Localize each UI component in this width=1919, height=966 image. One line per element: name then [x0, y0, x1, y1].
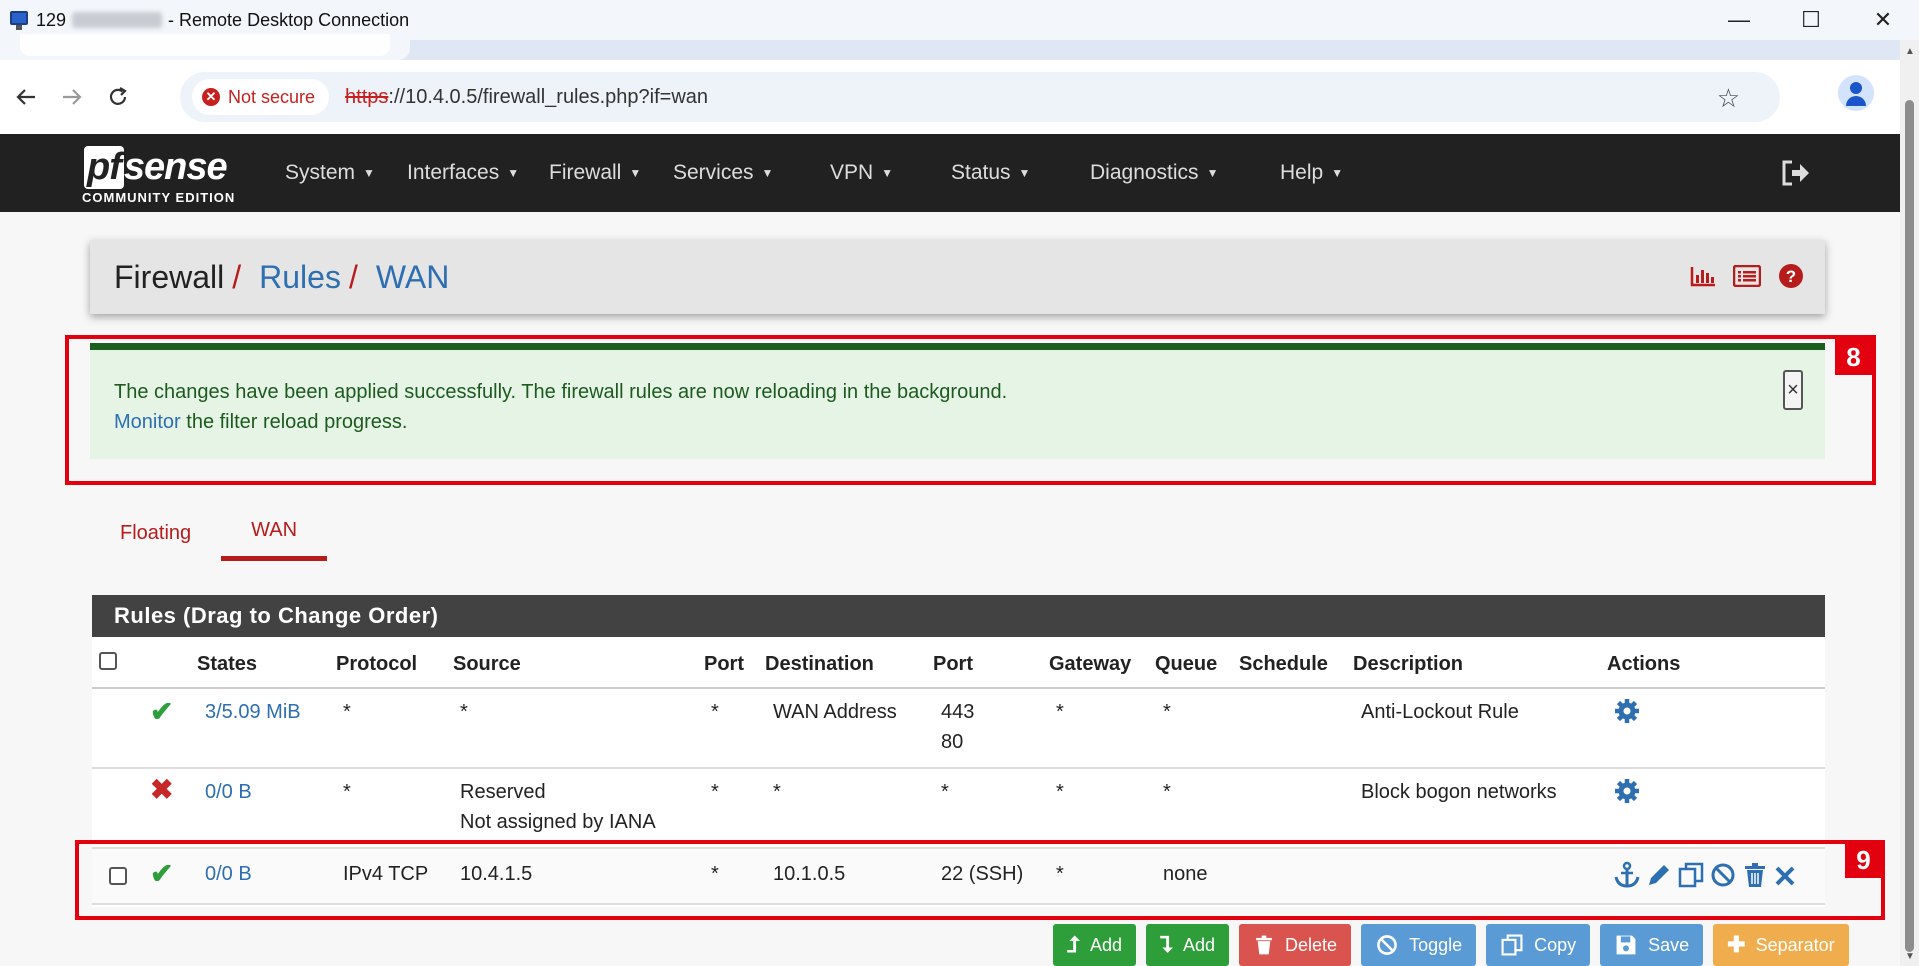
add-rule-bottom-button[interactable]: ⮧ Add [1146, 924, 1230, 966]
minimize-button[interactable]: — [1703, 0, 1775, 40]
caret-down-icon: ▼ [881, 166, 894, 180]
header-description[interactable]: Description [1353, 653, 1463, 676]
caret-down-icon: ▼ [507, 166, 520, 180]
header-protocol[interactable]: Protocol [336, 653, 417, 676]
header-states[interactable]: States [197, 653, 257, 676]
gear-icon[interactable] [1613, 697, 1641, 731]
svg-text:?: ? [1786, 267, 1796, 286]
states-link[interactable]: 0/0 B [205, 781, 252, 804]
copy-icon [1501, 934, 1523, 956]
header-dest-port[interactable]: Port [933, 653, 973, 676]
tab-wan[interactable]: WAN [221, 505, 328, 561]
breadcrumb-panel: Firewall / Rules / WAN ? [90, 240, 1825, 314]
scrollbar-thumb[interactable] [1905, 100, 1914, 952]
save-button[interactable]: Save [1600, 924, 1704, 966]
main-menu: System ▼ Interfaces ▼ Firewall ▼ Services ▼ … [285, 134, 1390, 212]
breadcrumb-firewall: Firewall [114, 258, 225, 295]
caret-down-icon: ▼ [629, 166, 642, 180]
rules-panel-title: Rules (Drag to Change Order) [92, 595, 1825, 637]
plus-icon: ✚ [1727, 932, 1746, 957]
page-scrollbar[interactable]: ▲ ▼ [1900, 40, 1919, 966]
ban-icon [1377, 935, 1397, 955]
pass-check-icon: ✔ [150, 696, 174, 727]
breadcrumb-wan-link[interactable]: WAN [376, 259, 449, 296]
annotation-box-8 [65, 335, 1876, 485]
header-actions: Actions [1607, 653, 1681, 675]
header-source[interactable]: Source [453, 653, 521, 676]
caret-down-icon: ▼ [1018, 166, 1031, 180]
annotation-label-9: 9 [1845, 842, 1882, 878]
header-port[interactable]: Port [704, 653, 744, 676]
table-header: States Protocol Source Port Destination … [92, 637, 1825, 689]
header-schedule[interactable]: Schedule [1239, 653, 1328, 676]
menu-system[interactable]: System ▼ [285, 134, 407, 212]
table-row[interactable]: ✔ 3/5.09 MiB * * * WAN Address 443 80 * … [92, 689, 1825, 769]
annotation-label-8: 8 [1835, 339, 1872, 375]
bar-chart-icon[interactable] [1689, 262, 1717, 290]
annotation-box-9 [75, 840, 1885, 920]
redacted-host [72, 12, 163, 28]
scroll-down-icon[interactable]: ▼ [1905, 951, 1915, 962]
close-window-button[interactable]: ✕ [1847, 0, 1919, 40]
arrow-up-icon: ⮥ [1067, 932, 1080, 957]
menu-status[interactable]: Status ▼ [951, 134, 1090, 212]
caret-down-icon: ▼ [363, 166, 375, 180]
caret-down-icon: ▼ [761, 166, 774, 180]
remote-desktop-icon [8, 9, 30, 31]
pfsense-navbar: pfsense COMMUNITY EDITION System ▼ Interf… [0, 134, 1900, 212]
add-rule-top-button[interactable]: ⮥ Add [1053, 924, 1137, 966]
menu-firewall[interactable]: Firewall ▼ [549, 134, 673, 212]
window-title: 129 - Remote Desktop Connection [36, 9, 410, 30]
browser-tab-strip [0, 34, 1900, 60]
menu-help[interactable]: Help ▼ [1280, 134, 1390, 212]
not-secure-icon: ✕ [202, 88, 220, 106]
scroll-up-icon[interactable]: ▲ [1905, 46, 1915, 57]
table-row[interactable]: ✖ 0/0 B * Reserved Not assigned by IANA … [92, 769, 1825, 849]
rule-action-buttons: ⮥ Add ⮧ Add Delete Toggle Copy Save ✚ Se… [1053, 924, 1849, 966]
header-gateway[interactable]: Gateway [1049, 653, 1131, 676]
header-destination[interactable]: Destination [765, 653, 874, 676]
menu-services[interactable]: Services ▼ [673, 134, 830, 212]
logout-icon[interactable] [1778, 156, 1812, 190]
menu-interfaces[interactable]: Interfaces ▼ [407, 134, 549, 212]
menu-diagnostics[interactable]: Diagnostics ▼ [1090, 134, 1280, 212]
caret-down-icon: ▼ [1206, 166, 1219, 180]
select-all-checkbox[interactable] [99, 652, 117, 670]
browser-tab[interactable] [0, 34, 410, 60]
copy-button[interactable]: Copy [1486, 924, 1591, 966]
states-link[interactable]: 3/5.09 MiB [205, 701, 301, 724]
reload-icon[interactable] [98, 77, 138, 117]
list-icon[interactable] [1733, 262, 1761, 290]
menu-vpn[interactable]: VPN ▼ [830, 134, 951, 212]
header-queue[interactable]: Queue [1155, 653, 1217, 676]
maximize-button[interactable]: ☐ [1775, 0, 1847, 40]
breadcrumb-rules-link[interactable]: Rules [259, 259, 341, 296]
delete-button[interactable]: Delete [1239, 924, 1352, 966]
browser-toolbar: ✕ Not secure https://10.4.0.5/firewall_r… [0, 60, 1900, 134]
save-icon [1616, 935, 1636, 955]
block-x-icon: ✖ [150, 774, 174, 805]
interface-tabs: Floating WAN [90, 505, 328, 565]
add-separator-button[interactable]: ✚ Separator [1713, 924, 1849, 966]
toggle-button[interactable]: Toggle [1361, 924, 1477, 966]
caret-down-icon: ▼ [1331, 166, 1344, 180]
bookmark-star-icon[interactable]: ☆ [1717, 83, 1740, 114]
forward-arrow-icon[interactable] [52, 77, 92, 117]
arrow-down-icon: ⮧ [1160, 932, 1173, 957]
breadcrumb: Firewall / Rules / WAN [114, 258, 450, 296]
security-chip[interactable]: ✕ Not secure [192, 79, 330, 115]
help-icon[interactable]: ? [1777, 262, 1805, 290]
pfsense-logo[interactable]: pfsense COMMUNITY EDITION [82, 142, 252, 206]
url-text[interactable]: https://10.4.0.5/firewall_rules.php?if=w… [345, 86, 708, 109]
gear-icon[interactable] [1613, 777, 1641, 811]
back-arrow-icon[interactable] [6, 77, 46, 117]
tab-floating[interactable]: Floating [90, 505, 221, 561]
trash-icon [1256, 935, 1272, 955]
profile-avatar-icon[interactable] [1838, 75, 1874, 111]
address-bar[interactable]: ✕ Not secure https://10.4.0.5/firewall_r… [180, 72, 1780, 122]
